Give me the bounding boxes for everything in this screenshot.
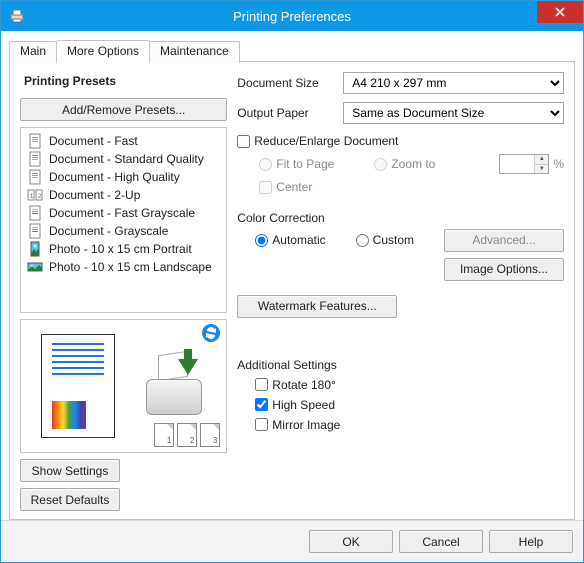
photo-landscape-icon bbox=[27, 259, 43, 275]
tab-main[interactable]: Main bbox=[9, 41, 57, 63]
printer-app-icon bbox=[9, 8, 25, 24]
presets-list[interactable]: Document - Fast Document - Standard Qual… bbox=[20, 127, 227, 313]
printing-preferences-window: Printing Preferences Main More Options M… bbox=[0, 0, 584, 563]
close-button[interactable] bbox=[537, 1, 583, 23]
rotate-180-checkbox[interactable]: Rotate 180° bbox=[255, 378, 564, 392]
preview-page bbox=[41, 334, 115, 438]
preset-item[interactable]: Document - Fast Grayscale bbox=[23, 204, 224, 222]
ok-button[interactable]: OK bbox=[309, 530, 393, 553]
center-checkbox: Center bbox=[259, 180, 312, 194]
preset-item[interactable]: Document - Fast bbox=[23, 132, 224, 150]
spin-up-icon[interactable]: ▲ bbox=[535, 155, 548, 165]
tab-pane-more-options: Printing Presets Add/Remove Presets... D… bbox=[9, 62, 575, 520]
automatic-radio[interactable]: Automatic bbox=[255, 233, 325, 247]
watermark-features-button[interactable]: Watermark Features... bbox=[237, 295, 397, 318]
tab-more-options[interactable]: More Options bbox=[56, 40, 150, 62]
tab-bar: Main More Options Maintenance bbox=[9, 39, 575, 62]
collate-preview: 1 2 3 bbox=[154, 423, 220, 447]
dialog-footer: OK Cancel Help bbox=[1, 520, 583, 562]
high-speed-checkbox[interactable]: High Speed bbox=[255, 398, 564, 412]
spin-down-icon[interactable]: ▼ bbox=[535, 165, 548, 174]
doc-gray-icon bbox=[27, 205, 43, 221]
doc-icon bbox=[27, 133, 43, 149]
reduce-enlarge-checkbox[interactable]: Reduce/Enlarge Document bbox=[237, 134, 564, 148]
help-button[interactable]: Help bbox=[489, 530, 573, 553]
reset-defaults-button[interactable]: Reset Defaults bbox=[20, 488, 120, 511]
document-size-select[interactable]: A4 210 x 297 mm bbox=[343, 72, 564, 94]
output-paper-label: Output Paper bbox=[237, 106, 335, 120]
titlebar: Printing Preferences bbox=[1, 1, 583, 31]
show-settings-button[interactable]: Show Settings bbox=[20, 459, 120, 482]
preset-item[interactable]: 12Document - 2-Up bbox=[23, 186, 224, 204]
doc-icon bbox=[27, 169, 43, 185]
color-correction-label: Color Correction bbox=[237, 211, 564, 225]
advanced-button: Advanced... bbox=[444, 229, 564, 252]
two-up-icon: 12 bbox=[27, 187, 43, 203]
printing-presets-heading: Printing Presets bbox=[24, 74, 227, 88]
percent-label: % bbox=[553, 157, 564, 171]
doc-gray-icon bbox=[27, 223, 43, 239]
document-size-label: Document Size bbox=[237, 76, 335, 90]
preset-item[interactable]: Document - Grayscale bbox=[23, 222, 224, 240]
doc-icon bbox=[27, 151, 43, 167]
custom-radio[interactable]: Custom bbox=[356, 233, 414, 247]
preset-item[interactable]: Photo - 10 x 15 cm Landscape bbox=[23, 258, 224, 276]
add-remove-presets-button[interactable]: Add/Remove Presets... bbox=[20, 98, 227, 121]
preset-item[interactable]: Document - Standard Quality bbox=[23, 150, 224, 168]
preset-item[interactable]: Document - High Quality bbox=[23, 168, 224, 186]
duplex-badge-icon bbox=[202, 324, 220, 342]
tab-maintenance[interactable]: Maintenance bbox=[149, 41, 240, 63]
preset-item[interactable]: Photo - 10 x 15 cm Portrait bbox=[23, 240, 224, 258]
image-options-button[interactable]: Image Options... bbox=[444, 258, 564, 281]
preview-color-swatch bbox=[52, 401, 86, 429]
zoom-to-radio: Zoom to bbox=[374, 157, 435, 171]
window-title: Printing Preferences bbox=[233, 9, 351, 24]
cancel-button[interactable]: Cancel bbox=[399, 530, 483, 553]
mirror-image-checkbox[interactable]: Mirror Image bbox=[255, 418, 564, 432]
preview-box: 1 2 3 bbox=[20, 319, 227, 453]
output-paper-select[interactable]: Same as Document Size bbox=[343, 102, 564, 124]
additional-settings-label: Additional Settings bbox=[237, 358, 564, 372]
preview-printer-icon bbox=[144, 353, 206, 419]
photo-portrait-icon bbox=[27, 241, 43, 257]
fit-to-page-radio: Fit to Page bbox=[259, 157, 334, 171]
zoom-spinner[interactable]: ▲▼ bbox=[499, 154, 549, 174]
